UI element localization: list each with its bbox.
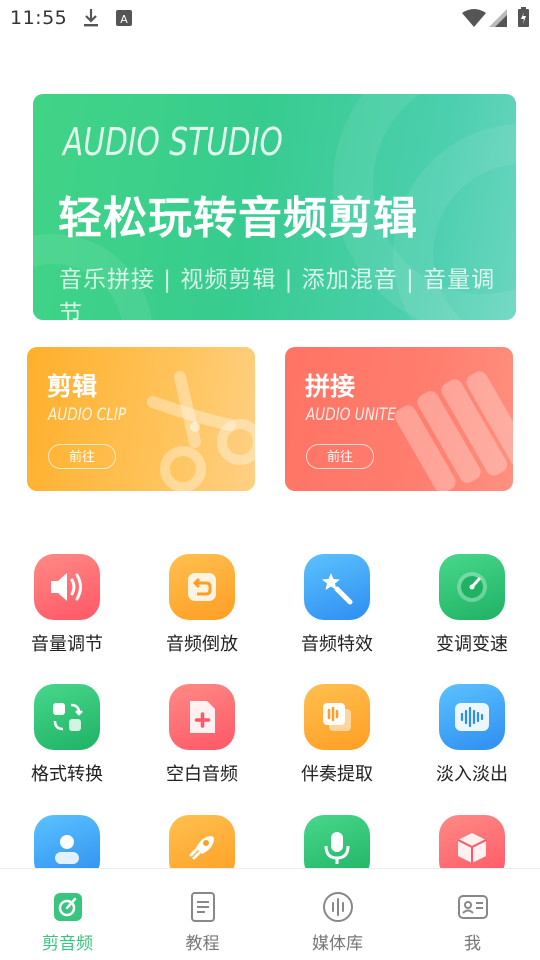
tool-label: 淡入淡出 (436, 764, 508, 785)
card-subtitle: AUDIO UNITE (306, 405, 396, 425)
edit-audio-icon (53, 893, 82, 921)
svg-text:A: A (120, 13, 128, 26)
media-library-icon (322, 892, 353, 922)
tab-edit-audio[interactable]: 剪音频 (0, 869, 135, 960)
volume-icon (34, 554, 100, 620)
extract-icon (304, 684, 370, 750)
keyboard-a-icon: A (116, 10, 132, 26)
banner-title-en: AUDIO STUDIO (63, 120, 283, 164)
scissors-icon (147, 371, 255, 491)
tool-label: 格式转换 (31, 764, 103, 785)
tab-label: 剪音频 (42, 934, 93, 954)
status-time: 11:55 (10, 7, 68, 29)
blank-file-icon (169, 684, 235, 750)
bottom-tab-bar: 剪音频 教程 媒体库 我 (0, 868, 540, 960)
waveform-icon (439, 684, 505, 750)
banner-subtitle: 音乐拼接 | 视频剪辑 | 添加混音 | 音量调节 (59, 267, 496, 320)
profile-icon (457, 895, 488, 919)
download-icon (84, 9, 98, 27)
promo-banner[interactable]: AUDIO STUDIO 轻松玩转音频剪辑 音乐拼接 | 视频剪辑 | 添加混音… (33, 94, 516, 320)
tab-label: 媒体库 (312, 934, 363, 954)
status-bar: 11:55 A (0, 0, 540, 36)
battery-icon (518, 7, 529, 27)
convert-icon (34, 684, 100, 750)
speedometer-icon (439, 554, 505, 620)
audio-clip-card[interactable]: 剪辑 AUDIO CLIP 前往 (27, 347, 255, 491)
reverse-icon (169, 554, 235, 620)
tutorial-icon (190, 892, 215, 922)
card-subtitle: AUDIO CLIP (48, 405, 127, 425)
tool-label: 空白音频 (166, 764, 238, 785)
signal-icon (489, 9, 507, 27)
audio-unite-card[interactable]: 拼接 AUDIO UNITE 前往 (285, 347, 513, 491)
wifi-icon (462, 9, 486, 27)
stacked-bars-icon (394, 371, 513, 491)
tab-profile[interactable]: 我 (405, 869, 540, 960)
tab-tutorial[interactable]: 教程 (135, 869, 270, 960)
tab-label: 教程 (185, 934, 220, 954)
tool-label: 音频倒放 (166, 634, 238, 655)
tool-label: 变调变速 (436, 634, 508, 655)
tab-media-library[interactable]: 媒体库 (270, 869, 405, 960)
audio-clip-go-button[interactable]: 前往 (48, 444, 116, 469)
magic-wand-icon (304, 554, 370, 620)
card-title: 剪辑 (47, 372, 98, 401)
banner-title: 轻松玩转音频剪辑 (58, 193, 418, 244)
tab-label: 我 (464, 934, 481, 954)
tool-label: 音频特效 (301, 634, 373, 655)
tool-label: 伴奏提取 (301, 764, 373, 785)
audio-unite-go-button[interactable]: 前往 (306, 444, 374, 469)
card-title: 拼接 (305, 372, 356, 401)
tool-label: 音量调节 (31, 634, 103, 655)
